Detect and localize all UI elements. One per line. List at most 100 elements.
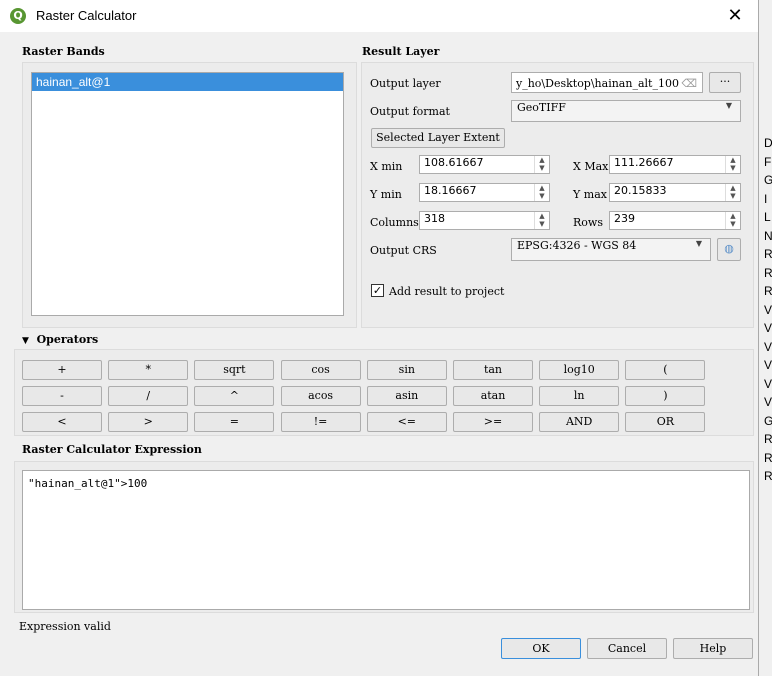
close-button[interactable]: ✕ [712,0,758,32]
background-text: F [764,154,772,169]
xmax-value: 111.26667 [614,156,674,169]
spinner-icon[interactable]: ▲ ▼ [725,212,740,229]
operator-button[interactable]: * [108,360,189,380]
background-text: I [764,191,768,206]
output-format-select[interactable]: GeoTIFF ▼ [511,100,741,122]
output-format-label: Output format [370,105,450,118]
operator-button[interactable]: OR [625,412,706,432]
output-crs-select[interactable]: EPSG:4326 - WGS 84 ▼ [511,238,711,261]
background-text: V [764,339,772,354]
background-text: V [764,302,772,317]
crs-selector-globe-icon[interactable]: ◍ [717,238,741,261]
columns-value: 318 [424,212,445,225]
ymin-input[interactable]: 18.16667 ▲ ▼ [419,183,550,202]
operator-button[interactable]: atan [453,386,533,406]
operator-button[interactable]: acos [280,386,361,406]
columns-input[interactable]: 318 ▲ ▼ [419,211,550,230]
background-text: D [764,136,772,150]
spinner-icon[interactable]: ▲ ▼ [534,212,549,229]
operator-button[interactable]: sin [366,360,447,380]
operator-button[interactable]: ^ [194,386,275,406]
raster-bands-list[interactable]: hainan_alt@1 [31,72,344,316]
operator-button[interactable]: sqrt [194,360,275,380]
browse-button[interactable]: ··· [709,72,741,93]
xmin-input[interactable]: 108.61667 ▲ ▼ [419,155,550,174]
expression-status: Expression valid [19,620,111,633]
background-text: G [764,413,772,428]
cancel-button[interactable]: Cancel [587,638,667,659]
operator-button[interactable]: log10 [539,360,620,380]
background-text: R [764,265,772,280]
result-layer-heading: Result Layer [362,45,440,58]
operator-button[interactable]: - [22,386,102,406]
background-text: R [764,469,772,483]
background-text: V [764,376,772,391]
operator-button[interactable]: AND [539,412,620,432]
output-crs-label: Output CRS [370,244,437,257]
rows-value: 239 [614,212,635,225]
raster-bands-heading: Raster Bands [22,45,105,58]
add-result-checkbox[interactable]: ✓ [371,284,384,297]
operators-heading[interactable]: ▼ Operators [22,333,98,346]
background-text: R [764,450,772,465]
output-layer-input[interactable]: y_ho\Desktop\hainan_alt_100 ⌫ [511,72,703,93]
operator-button[interactable]: ln [539,386,620,406]
operator-button[interactable]: < [22,412,102,432]
output-format-value: GeoTIFF [517,101,566,114]
list-item[interactable]: hainan_alt@1 [32,73,343,91]
columns-label: Columns [370,216,419,229]
ok-button[interactable]: OK [501,638,581,659]
operator-button[interactable]: cos [280,360,361,380]
rows-input[interactable]: 239 ▲ ▼ [609,211,741,230]
help-button[interactable]: Help [673,638,753,659]
crs-value: EPSG:4326 - WGS 84 [517,239,637,252]
xmin-label: X min [370,160,403,173]
expression-editor[interactable]: "hainan_alt@1">100 [22,470,750,610]
output-layer-label: Output layer [370,77,441,90]
spinner-icon[interactable]: ▲ ▼ [534,184,549,201]
spinner-icon[interactable]: ▲ ▼ [725,156,740,173]
spinner-icon[interactable]: ▲ ▼ [534,156,549,173]
add-result-label: Add result to project [389,285,505,298]
operator-button[interactable]: asin [366,386,447,406]
operator-button[interactable]: + [22,360,102,380]
background-text: L [764,210,771,224]
operator-button[interactable]: tan [453,360,533,380]
background-text: V [764,358,772,372]
window-title: Raster Calculator [36,8,137,23]
operator-button[interactable]: ) [625,386,706,406]
background-text: V [764,395,772,409]
rows-label: Rows [573,216,603,229]
operator-button[interactable]: >= [453,412,533,432]
output-layer-value: y_ho\Desktop\hainan_alt_100 [516,77,679,90]
background-text: G [764,173,772,187]
operator-button[interactable]: != [280,412,361,432]
background-text: R [764,432,772,446]
xmax-label: X Max [573,160,609,173]
background-text: R [764,284,772,298]
raster-calculator-dialog: Q Raster Calculator ✕ Raster Bands haina… [0,0,759,676]
clear-icon[interactable]: ⌫ [681,73,697,92]
operators-heading-text: Operators [36,333,99,346]
background-text: R [764,247,772,261]
collapse-triangle-icon: ▼ [22,336,29,346]
ymin-value: 18.16667 [424,184,477,197]
operator-button[interactable]: / [108,386,189,406]
chevron-down-icon: ▼ [725,101,732,110]
operator-button[interactable]: ( [625,360,706,380]
background-text: V [764,321,772,335]
ymax-label: Y max [573,188,607,201]
xmax-input[interactable]: 111.26667 ▲ ▼ [609,155,741,174]
ymax-input[interactable]: 20.15833 ▲ ▼ [609,183,741,202]
selected-layer-extent-button[interactable]: Selected Layer Extent [371,128,505,148]
qgis-logo-icon: Q [10,8,26,24]
operator-button[interactable]: > [108,412,189,432]
expression-heading: Raster Calculator Expression [22,443,202,456]
ymax-value: 20.15833 [614,184,667,197]
chevron-down-icon: ▼ [695,239,702,248]
ymin-label: Y min [370,188,402,201]
operator-button[interactable]: = [194,412,275,432]
background-text: N [764,228,772,243]
operator-button[interactable]: <= [366,412,447,432]
spinner-icon[interactable]: ▲ ▼ [725,184,740,201]
